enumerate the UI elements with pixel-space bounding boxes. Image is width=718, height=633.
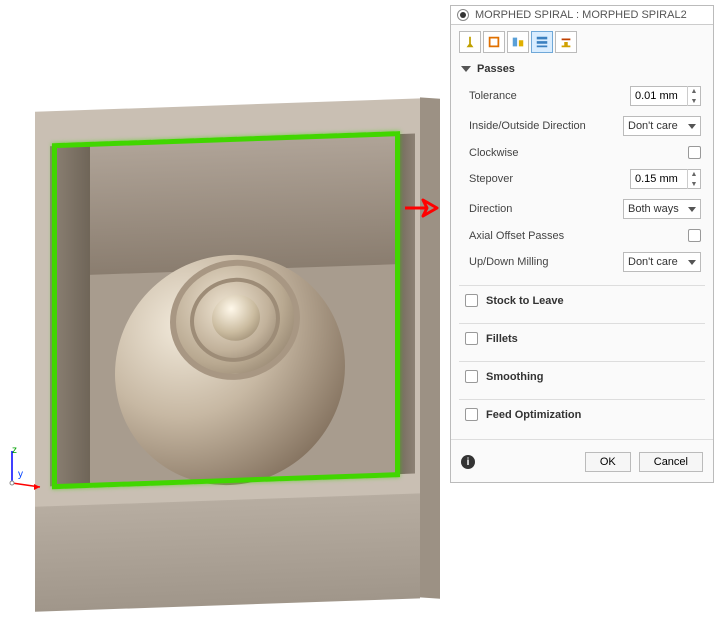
info-icon[interactable]: i xyxy=(461,455,475,469)
pin-icon[interactable] xyxy=(457,9,469,21)
spin-down-icon[interactable]: ▼ xyxy=(688,96,700,106)
prop-direction: Direction Both ways xyxy=(451,194,713,224)
tab-passes[interactable] xyxy=(531,31,553,53)
tab-geometry[interactable] xyxy=(483,31,505,53)
tab-heights[interactable] xyxy=(507,31,529,53)
prop-axial-offset: Axial Offset Passes xyxy=(451,224,713,247)
prop-stepover: Stepover ▲▼ xyxy=(451,164,713,194)
direction-value: Both ways xyxy=(628,203,679,215)
chevron-down-icon xyxy=(688,124,696,129)
tab-strip xyxy=(451,25,713,57)
model-viewport[interactable]: z y xyxy=(0,0,450,633)
stepover-input[interactable] xyxy=(631,173,687,185)
stock-to-leave-checkbox[interactable] xyxy=(465,294,478,307)
expand-caret-icon xyxy=(461,66,471,72)
stock-box xyxy=(20,88,440,623)
stepover-label: Stepover xyxy=(469,173,513,185)
inside-outside-value: Don't care xyxy=(628,120,678,132)
inside-outside-dropdown[interactable]: Don't care xyxy=(623,116,701,136)
chevron-down-icon xyxy=(688,207,696,212)
tolerance-input[interactable] xyxy=(631,90,687,102)
smoothing-checkbox[interactable] xyxy=(465,370,478,383)
clockwise-checkbox[interactable] xyxy=(688,146,701,159)
inside-outside-label: Inside/Outside Direction xyxy=(469,120,586,132)
dialog-footer: i OK Cancel xyxy=(451,439,713,482)
stock-to-leave-label: Stock to Leave xyxy=(486,295,564,307)
section-passes-header[interactable]: Passes xyxy=(451,57,713,81)
section-smoothing[interactable]: Smoothing xyxy=(459,361,705,391)
fillets-label: Fillets xyxy=(486,333,518,345)
section-passes-label: Passes xyxy=(477,63,515,75)
tab-tool[interactable] xyxy=(459,31,481,53)
axis-y-label: y xyxy=(18,469,23,480)
spin-down-icon[interactable]: ▼ xyxy=(688,179,700,189)
clockwise-label: Clockwise xyxy=(469,147,519,159)
axis-z-label: z xyxy=(12,445,17,456)
section-stock-to-leave[interactable]: Stock to Leave xyxy=(459,285,705,315)
cancel-button[interactable]: Cancel xyxy=(639,452,703,472)
section-fillets[interactable]: Fillets xyxy=(459,323,705,353)
direction-dropdown[interactable]: Both ways xyxy=(623,199,701,219)
selection-boundary[interactable] xyxy=(52,131,400,489)
tolerance-spinner[interactable]: ▲▼ xyxy=(630,86,701,106)
updown-value: Don't care xyxy=(628,256,678,268)
updown-label: Up/Down Milling xyxy=(469,256,548,268)
axis-triad[interactable]: z y xyxy=(2,445,42,500)
spin-up-icon[interactable]: ▲ xyxy=(688,169,700,179)
spin-up-icon[interactable]: ▲ xyxy=(688,86,700,96)
prop-clockwise: Clockwise xyxy=(451,141,713,164)
smoothing-label: Smoothing xyxy=(486,371,543,383)
direction-label: Direction xyxy=(469,203,512,215)
direction-arrow-annotation[interactable] xyxy=(403,197,441,219)
tab-linking[interactable] xyxy=(555,31,577,53)
updown-dropdown[interactable]: Don't care xyxy=(623,252,701,272)
operation-dialog: MORPHED SPIRAL : MORPHED SPIRAL2 Passes … xyxy=(450,5,714,483)
ok-button[interactable]: OK xyxy=(585,452,631,472)
dialog-title: MORPHED SPIRAL : MORPHED SPIRAL2 xyxy=(475,9,687,21)
feed-optimization-label: Feed Optimization xyxy=(486,409,581,421)
box-right-face xyxy=(420,97,440,598)
prop-tolerance: Tolerance ▲▼ xyxy=(451,81,713,111)
axial-offset-label: Axial Offset Passes xyxy=(469,230,564,242)
prop-updown: Up/Down Milling Don't care xyxy=(451,247,713,277)
fillets-checkbox[interactable] xyxy=(465,332,478,345)
section-feed-optimization[interactable]: Feed Optimization xyxy=(459,399,705,429)
chevron-down-icon xyxy=(688,260,696,265)
tolerance-label: Tolerance xyxy=(469,90,517,102)
stepover-spinner[interactable]: ▲▼ xyxy=(630,169,701,189)
box-front-face xyxy=(35,493,420,611)
axial-offset-checkbox[interactable] xyxy=(688,229,701,242)
prop-inside-outside: Inside/Outside Direction Don't care xyxy=(451,111,713,141)
dialog-titlebar[interactable]: MORPHED SPIRAL : MORPHED SPIRAL2 xyxy=(451,6,713,25)
feed-optimization-checkbox[interactable] xyxy=(465,408,478,421)
